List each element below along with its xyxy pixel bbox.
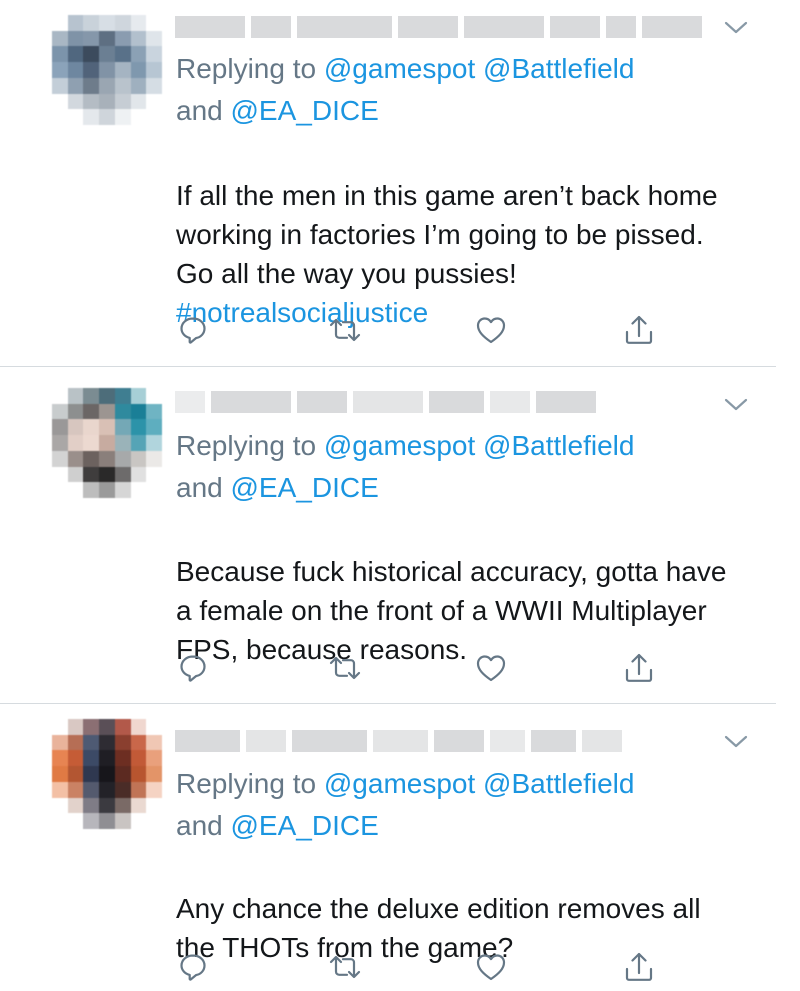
reply-icon (180, 317, 206, 344)
replying-to: Replying to @gamespot @Battlefield and @… (176, 48, 736, 132)
reply-conjunction: and (176, 472, 223, 503)
retweet-button[interactable] (328, 313, 362, 347)
reply-icon (180, 655, 206, 682)
avatar[interactable] (52, 388, 162, 498)
avatar[interactable] (52, 719, 162, 829)
heart-icon (476, 317, 506, 344)
mention-ea-dice[interactable]: @EA_DICE (231, 810, 379, 841)
reply-button[interactable] (176, 313, 210, 347)
tweet[interactable]: Replying to @gamespot @Battlefield and @… (0, 704, 800, 991)
reply-conjunction: and (176, 810, 223, 841)
retweet-button[interactable] (328, 950, 362, 984)
avatar[interactable] (52, 15, 162, 125)
reply-feed: Replying to @gamespot @Battlefield and @… (0, 0, 800, 991)
tweet-body: If all the men in this game aren’t back … (176, 180, 718, 289)
reply-prefix: Replying to (176, 768, 317, 799)
retweet-button[interactable] (328, 651, 362, 685)
heart-icon (476, 655, 506, 682)
share-button[interactable] (622, 651, 656, 685)
share-icon (625, 315, 653, 344)
retweet-icon (329, 318, 361, 342)
share-icon (625, 952, 653, 981)
share-icon (625, 653, 653, 682)
like-button[interactable] (474, 950, 508, 984)
tweet-body: Because fuck historical accuracy, gotta … (176, 556, 727, 665)
redacted-username (175, 728, 622, 754)
like-button[interactable] (474, 651, 508, 685)
tweet-text: Because fuck historical accuracy, gotta … (176, 513, 746, 669)
retweet-icon (329, 656, 361, 680)
tweet-actions (176, 651, 676, 685)
tweet[interactable]: Replying to @gamespot @Battlefield and @… (0, 0, 800, 366)
like-button[interactable] (474, 313, 508, 347)
chevron-down-icon[interactable] (722, 18, 750, 38)
share-button[interactable] (622, 313, 656, 347)
chevron-down-icon[interactable] (722, 395, 750, 415)
retweet-icon (329, 955, 361, 979)
reply-button[interactable] (176, 950, 210, 984)
mention-gamespot[interactable]: @gamespot (324, 53, 475, 84)
mention-battlefield[interactable]: @Battlefield (483, 430, 634, 461)
heart-icon (476, 954, 506, 981)
reply-button[interactable] (176, 651, 210, 685)
mention-gamespot[interactable]: @gamespot (324, 768, 475, 799)
reply-prefix: Replying to (176, 430, 317, 461)
reply-prefix: Replying to (176, 53, 317, 84)
reply-conjunction: and (176, 95, 223, 126)
redacted-username (175, 14, 702, 40)
mention-ea-dice[interactable]: @EA_DICE (231, 95, 379, 126)
tweet-actions (176, 313, 676, 347)
mention-ea-dice[interactable]: @EA_DICE (231, 472, 379, 503)
reply-icon (180, 954, 206, 981)
replying-to: Replying to @gamespot @Battlefield and @… (176, 763, 736, 847)
mention-gamespot[interactable]: @gamespot (324, 430, 475, 461)
tweet[interactable]: Replying to @gamespot @Battlefield and @… (0, 367, 800, 703)
share-button[interactable] (622, 950, 656, 984)
mention-battlefield[interactable]: @Battlefield (483, 53, 634, 84)
chevron-down-icon[interactable] (722, 732, 750, 752)
mention-battlefield[interactable]: @Battlefield (483, 768, 634, 799)
replying-to: Replying to @gamespot @Battlefield and @… (176, 425, 736, 509)
redacted-username (175, 389, 596, 415)
tweet-actions (176, 950, 676, 984)
